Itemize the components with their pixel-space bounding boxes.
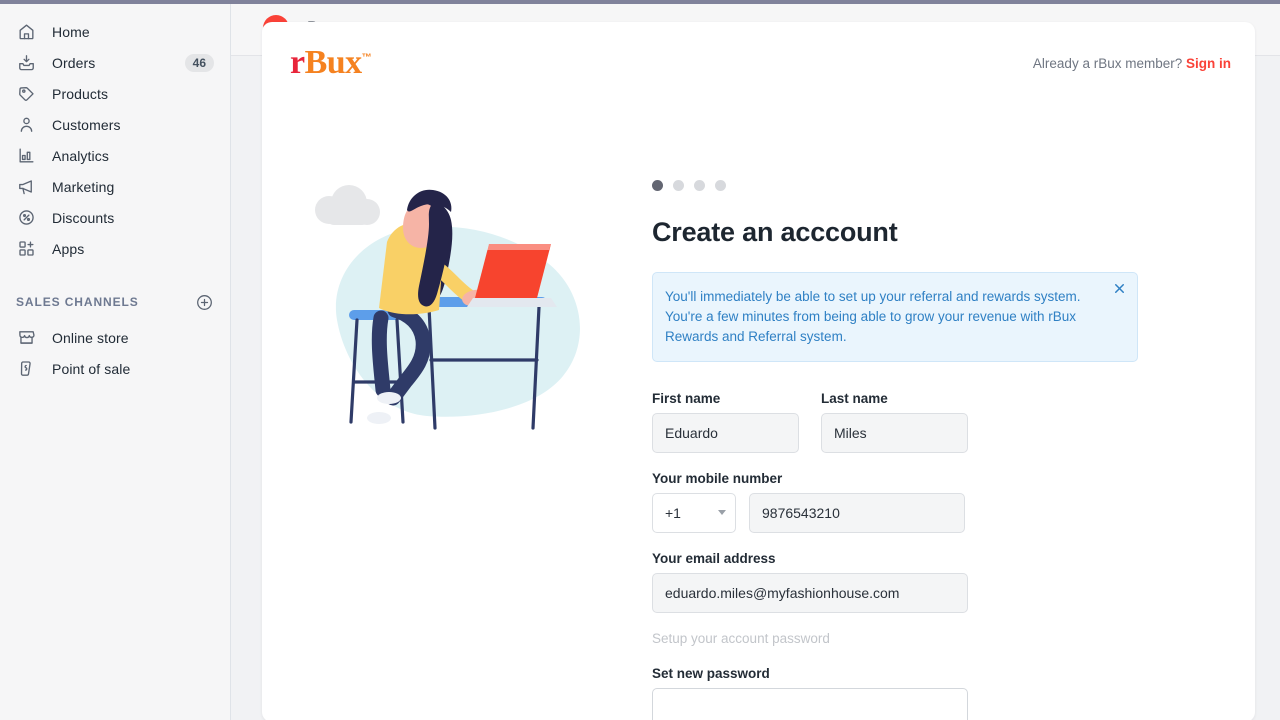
sidebar-item-label: Home (52, 23, 90, 40)
info-banner: You'll immediately be able to set up you… (652, 272, 1138, 362)
name-row: First name Last name (652, 391, 1255, 453)
orders-icon (16, 53, 36, 73)
card-header: rBux™ Already a rBux member? Sign in (262, 22, 1255, 80)
discount-icon (16, 208, 36, 228)
sidebar-item-label: Customers (52, 116, 121, 133)
step-dot-2[interactable] (673, 180, 684, 191)
sidebar-item-apps[interactable]: Apps (8, 233, 222, 264)
sidebar-item-label: Online store (52, 329, 129, 346)
close-icon[interactable] (1112, 281, 1127, 296)
mobile-group: Your mobile number +1 (652, 471, 1255, 533)
new-password-label: Set new password (652, 666, 770, 681)
mobile-row: +1 (652, 493, 1255, 533)
logo-letter-r: r (290, 44, 305, 81)
orders-badge: 46 (184, 53, 214, 72)
last-name-label: Last name (821, 391, 888, 406)
chevron-down-icon (718, 510, 726, 515)
sidebar: Home Orders 46 Products Customers Analyt… (0, 0, 231, 720)
page-title: Create an acccount (652, 217, 898, 247)
last-name-input[interactable] (821, 413, 968, 453)
bar-chart-icon (16, 146, 36, 166)
sidebar-item-label: Discounts (52, 209, 115, 226)
pos-icon (16, 359, 36, 379)
sidebar-item-home[interactable]: Home (8, 16, 222, 47)
step-indicator (652, 180, 1255, 191)
plus-circle-icon[interactable] (195, 293, 214, 312)
sidebar-item-analytics[interactable]: Analytics (8, 140, 222, 171)
cloud-shape (315, 185, 380, 225)
trademark-icon: ™ (361, 52, 372, 64)
megaphone-icon (16, 177, 36, 197)
email-input[interactable] (652, 573, 968, 613)
sidebar-item-customers[interactable]: Customers (8, 109, 222, 140)
home-icon (16, 22, 36, 42)
sidebar-item-label: Apps (52, 240, 85, 257)
last-name-group: Last name (821, 391, 968, 453)
logo-text-bux: Bux (304, 44, 363, 81)
sign-in-link[interactable]: Sign in (1186, 56, 1231, 71)
sidebar-item-marketing[interactable]: Marketing (8, 171, 222, 202)
member-prompt: Already a rBux member? Sign in (1033, 46, 1231, 71)
new-password-group: Set new password (652, 666, 1255, 720)
mobile-number-input[interactable] (749, 493, 965, 533)
member-prompt-text: Already a rBux member? (1032, 56, 1183, 71)
sales-channels-header: SALES CHANNELS (16, 290, 214, 314)
main-region: r rBux by rBux Inc. rBux™ Already a rBux… (231, 0, 1280, 720)
sidebar-item-label: Point of sale (52, 360, 131, 377)
woman-at-desk-with-laptop-illustration (315, 185, 580, 430)
top-accent-strip (0, 0, 1280, 4)
illustration-column (262, 80, 652, 720)
app-root: Home Orders 46 Products Customers Analyt… (0, 0, 1280, 720)
email-group: Your email address (652, 551, 1255, 613)
mobile-label: Your mobile number (652, 471, 783, 486)
step-dot-4[interactable] (715, 180, 726, 191)
sales-channels-title: SALES CHANNELS (16, 295, 139, 309)
rbux-wordmark-logo: rBux™ (290, 44, 372, 81)
signup-form-column: Create an acccount You'll immediately be… (652, 80, 1255, 720)
step-dot-1[interactable] (652, 180, 663, 191)
step-dot-3[interactable] (694, 180, 705, 191)
storefront-icon (16, 328, 36, 348)
sidebar-item-online-store[interactable]: Online store (8, 322, 222, 353)
tag-icon (16, 84, 36, 104)
sidebar-item-point-of-sale[interactable]: Point of sale (8, 353, 222, 384)
new-password-input[interactable] (652, 688, 968, 720)
person-icon (16, 115, 36, 135)
email-label: Your email address (652, 551, 776, 566)
sidebar-item-products[interactable]: Products (8, 78, 222, 109)
card-body: Create an acccount You'll immediately be… (262, 80, 1255, 720)
first-name-input[interactable] (652, 413, 799, 453)
password-section-note: Setup your account password (652, 631, 830, 646)
sidebar-item-label: Products (52, 85, 109, 102)
signup-card: rBux™ Already a rBux member? Sign in Cre… (262, 22, 1255, 720)
sidebar-item-discounts[interactable]: Discounts (8, 202, 222, 233)
sidebar-item-label: Orders (52, 54, 96, 71)
country-code-select-wrap: +1 (652, 493, 736, 533)
info-banner-text: You'll immediately be able to set up you… (665, 289, 1081, 344)
first-name-group: First name (652, 391, 799, 453)
sidebar-item-orders[interactable]: Orders 46 (8, 47, 222, 78)
apps-icon (16, 239, 36, 259)
sidebar-item-label: Analytics (52, 147, 109, 164)
first-name-label: First name (652, 391, 721, 406)
sidebar-item-label: Marketing (52, 178, 115, 195)
